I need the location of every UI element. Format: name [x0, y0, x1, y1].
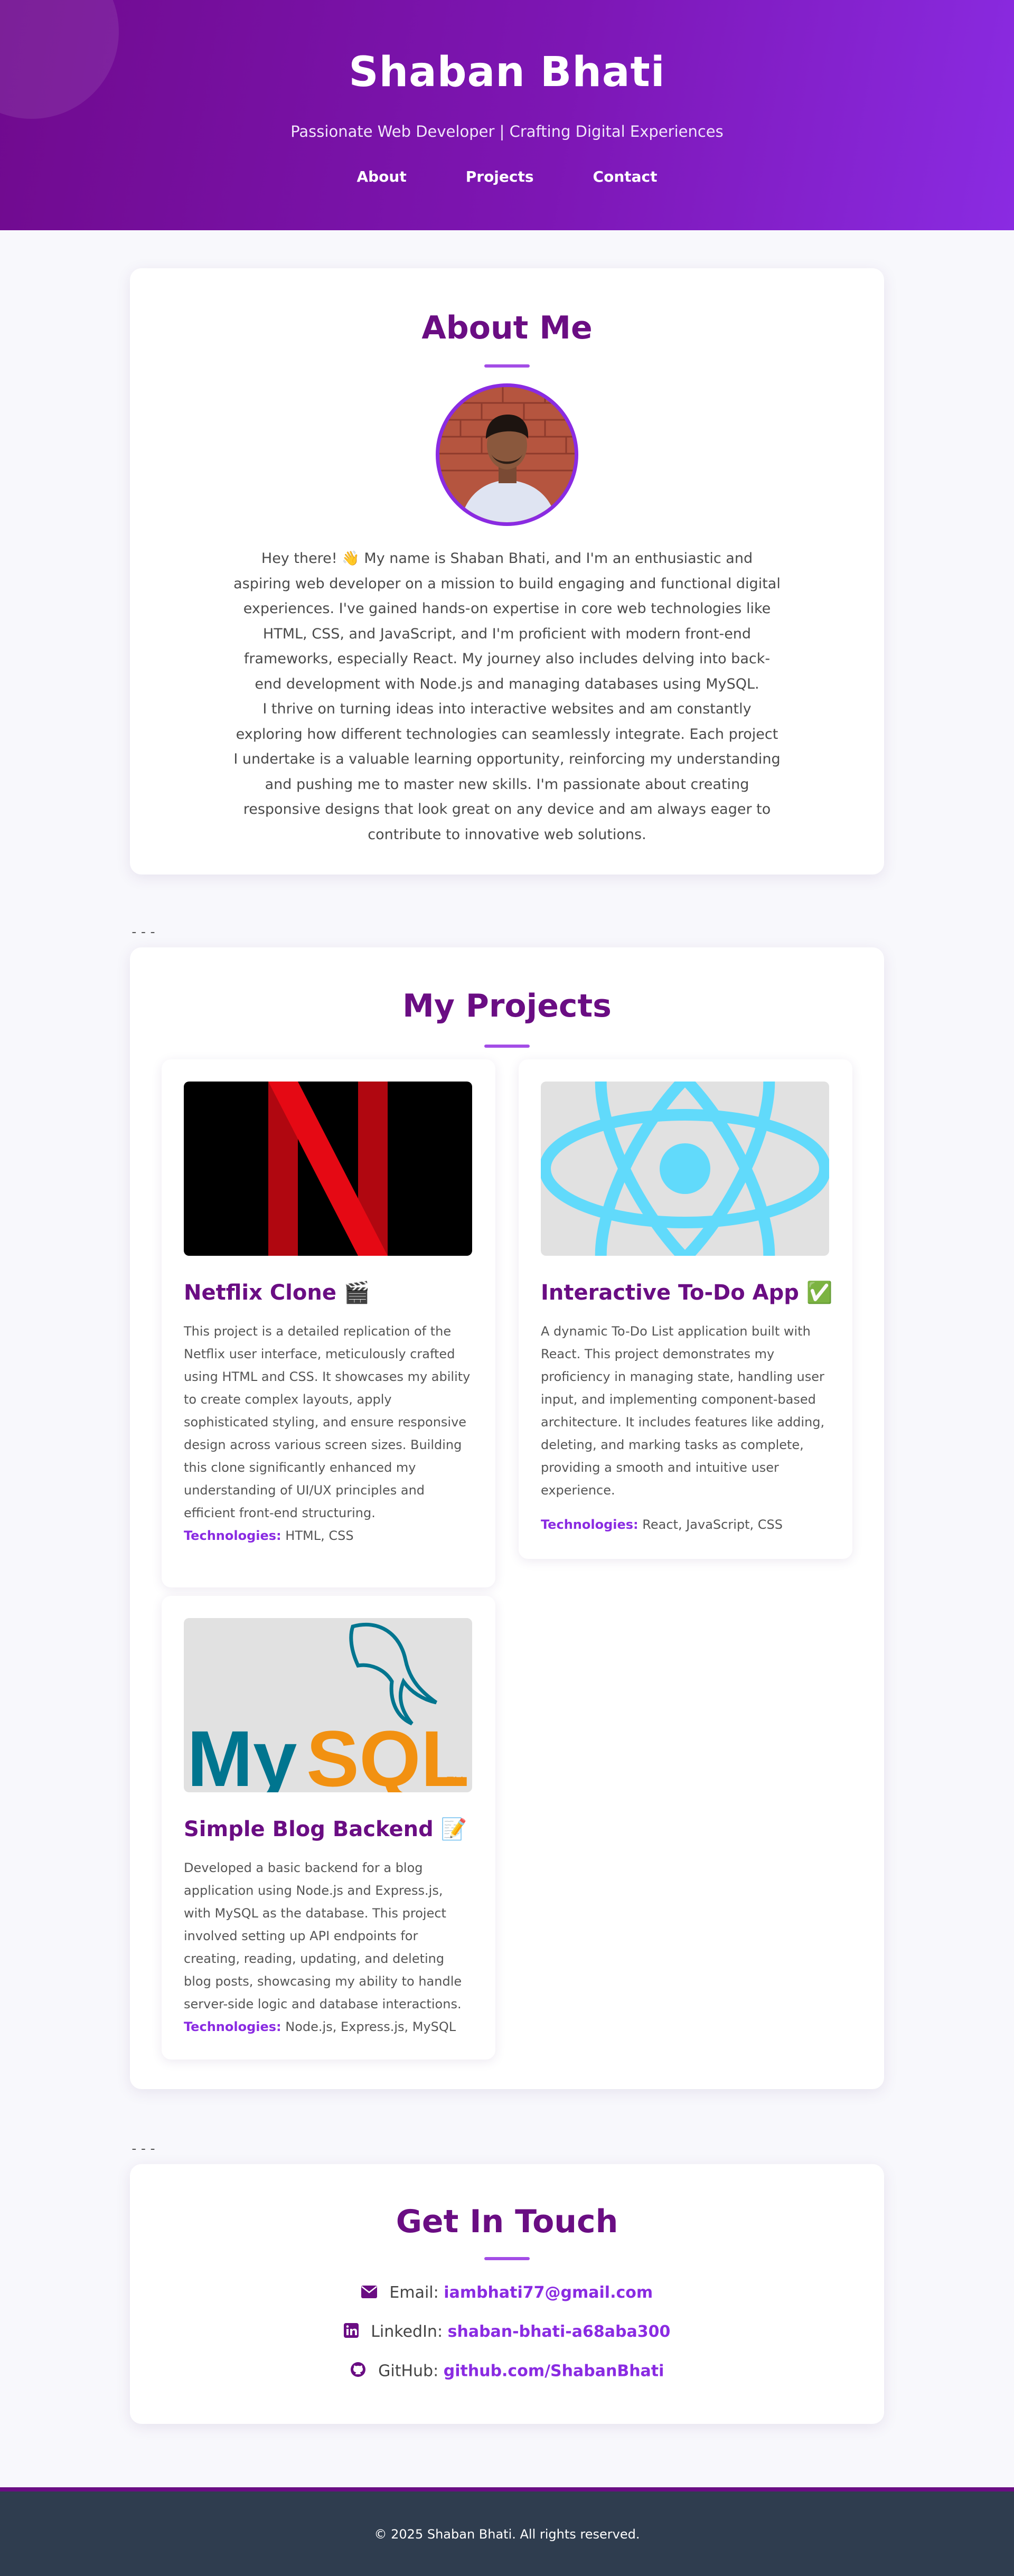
about-paragraph-1: Hey there! 👋 My name is Shaban Bhati, an… — [233, 550, 781, 692]
title-underline — [484, 2257, 530, 2260]
profile-photo — [436, 383, 578, 526]
linkedin-icon — [343, 2323, 359, 2342]
envelope-icon — [361, 2284, 377, 2302]
project-description-text: A dynamic To-Do List application built w… — [541, 1324, 825, 1498]
project-card-blog: My SQL TM Simple Blog Backend 📝 Develope… — [162, 1596, 495, 2060]
project-title: Netflix Clone 🎬 — [184, 1281, 370, 1305]
contact-github: GitHub: github.com/ShabanBhati — [130, 2362, 884, 2382]
project-description: This project is a detailed replication o… — [184, 1320, 473, 1547]
project-description: A dynamic To-Do List application built w… — [541, 1320, 830, 1536]
contact-email: Email: iambhati77@gmail.com — [130, 2283, 884, 2302]
contact-linkedin: LinkedIn: shaban-bhati-a68aba300 — [130, 2323, 884, 2342]
email-label: Email: — [389, 2283, 439, 2302]
project-description-text: Developed a basic backend for a blog app… — [184, 1860, 462, 2011]
netflix-logo-image — [184, 1082, 472, 1256]
nav-link-about[interactable]: About — [356, 168, 406, 185]
mysql-logo-my: My — [187, 1714, 297, 1792]
contact-title: Get In Touch — [396, 2203, 618, 2240]
tech-label: Technologies: — [184, 1528, 281, 1543]
tech-label: Technologies: — [184, 2019, 281, 2034]
github-icon — [350, 2362, 366, 2382]
project-tech: Technologies: HTML, CSS — [184, 1525, 473, 1547]
project-tech: Technologies: Node.js, Express.js, MySQL — [184, 2016, 473, 2038]
tech-label: Technologies: — [541, 1517, 639, 1532]
project-title: Interactive To-Do App ✅ — [541, 1281, 833, 1305]
section-divider: --- — [130, 2141, 158, 2157]
about-title: About Me — [421, 309, 593, 346]
copyright-text: © 2025 Shaban Bhati. All rights reserved… — [374, 2527, 640, 2542]
tech-list: Node.js, Express.js, MySQL — [285, 2019, 456, 2034]
react-logo-image — [541, 1082, 829, 1256]
project-card-todo: Interactive To-Do App ✅ A dynamic To-Do … — [519, 1059, 852, 1559]
linkedin-label: LinkedIn: — [371, 2323, 443, 2341]
project-description: Developed a basic backend for a blog app… — [184, 1857, 473, 2038]
nav-link-projects[interactable]: Projects — [466, 168, 534, 185]
about-paragraph-2: I thrive on turning ideas into interacti… — [233, 701, 781, 843]
github-link[interactable]: github.com/ShabanBhati — [444, 2362, 664, 2381]
title-underline — [484, 364, 530, 368]
tech-list: React, JavaScript, CSS — [642, 1517, 783, 1532]
tech-list: HTML, CSS — [285, 1528, 354, 1543]
project-tech: Technologies: React, JavaScript, CSS — [541, 1513, 830, 1536]
project-card-netflix: Netflix Clone 🎬 This project is a detail… — [162, 1059, 495, 1587]
email-link[interactable]: iambhati77@gmail.com — [444, 2283, 653, 2302]
site-tagline: Passionate Web Developer | Crafting Digi… — [290, 123, 724, 140]
contact-section: Get In Touch Email: iambhati77@gmail.com… — [130, 2164, 884, 2424]
site-header: Shaban Bhati Passionate Web Developer | … — [0, 0, 1014, 230]
site-footer: © 2025 Shaban Bhati. All rights reserved… — [0, 2487, 1014, 2576]
mysql-logo-image: My SQL TM — [184, 1618, 472, 1792]
about-text: Hey there! 👋 My name is Shaban Bhati, an… — [232, 546, 782, 847]
section-divider: --- — [130, 924, 158, 940]
project-title: Simple Blog Backend 📝 — [184, 1817, 467, 1841]
main-nav: About Projects Contact — [0, 168, 1014, 185]
mysql-logo-tm: TM — [447, 1774, 464, 1788]
linkedin-link[interactable]: shaban-bhati-a68aba300 — [448, 2323, 671, 2341]
project-description-text: This project is a detailed replication o… — [184, 1324, 471, 1520]
title-underline — [484, 1045, 530, 1048]
nav-link-contact[interactable]: Contact — [593, 168, 658, 185]
mysql-logo-sql: SQL — [306, 1714, 469, 1792]
site-title: Shaban Bhati — [349, 49, 665, 96]
projects-section: My Projects Netflix Clone 🎬 This project… — [130, 947, 884, 2089]
github-label: GitHub: — [378, 2362, 439, 2381]
about-section: About Me Hey there! 👋 My name is Shaban … — [130, 268, 884, 875]
projects-title: My Projects — [402, 988, 612, 1024]
